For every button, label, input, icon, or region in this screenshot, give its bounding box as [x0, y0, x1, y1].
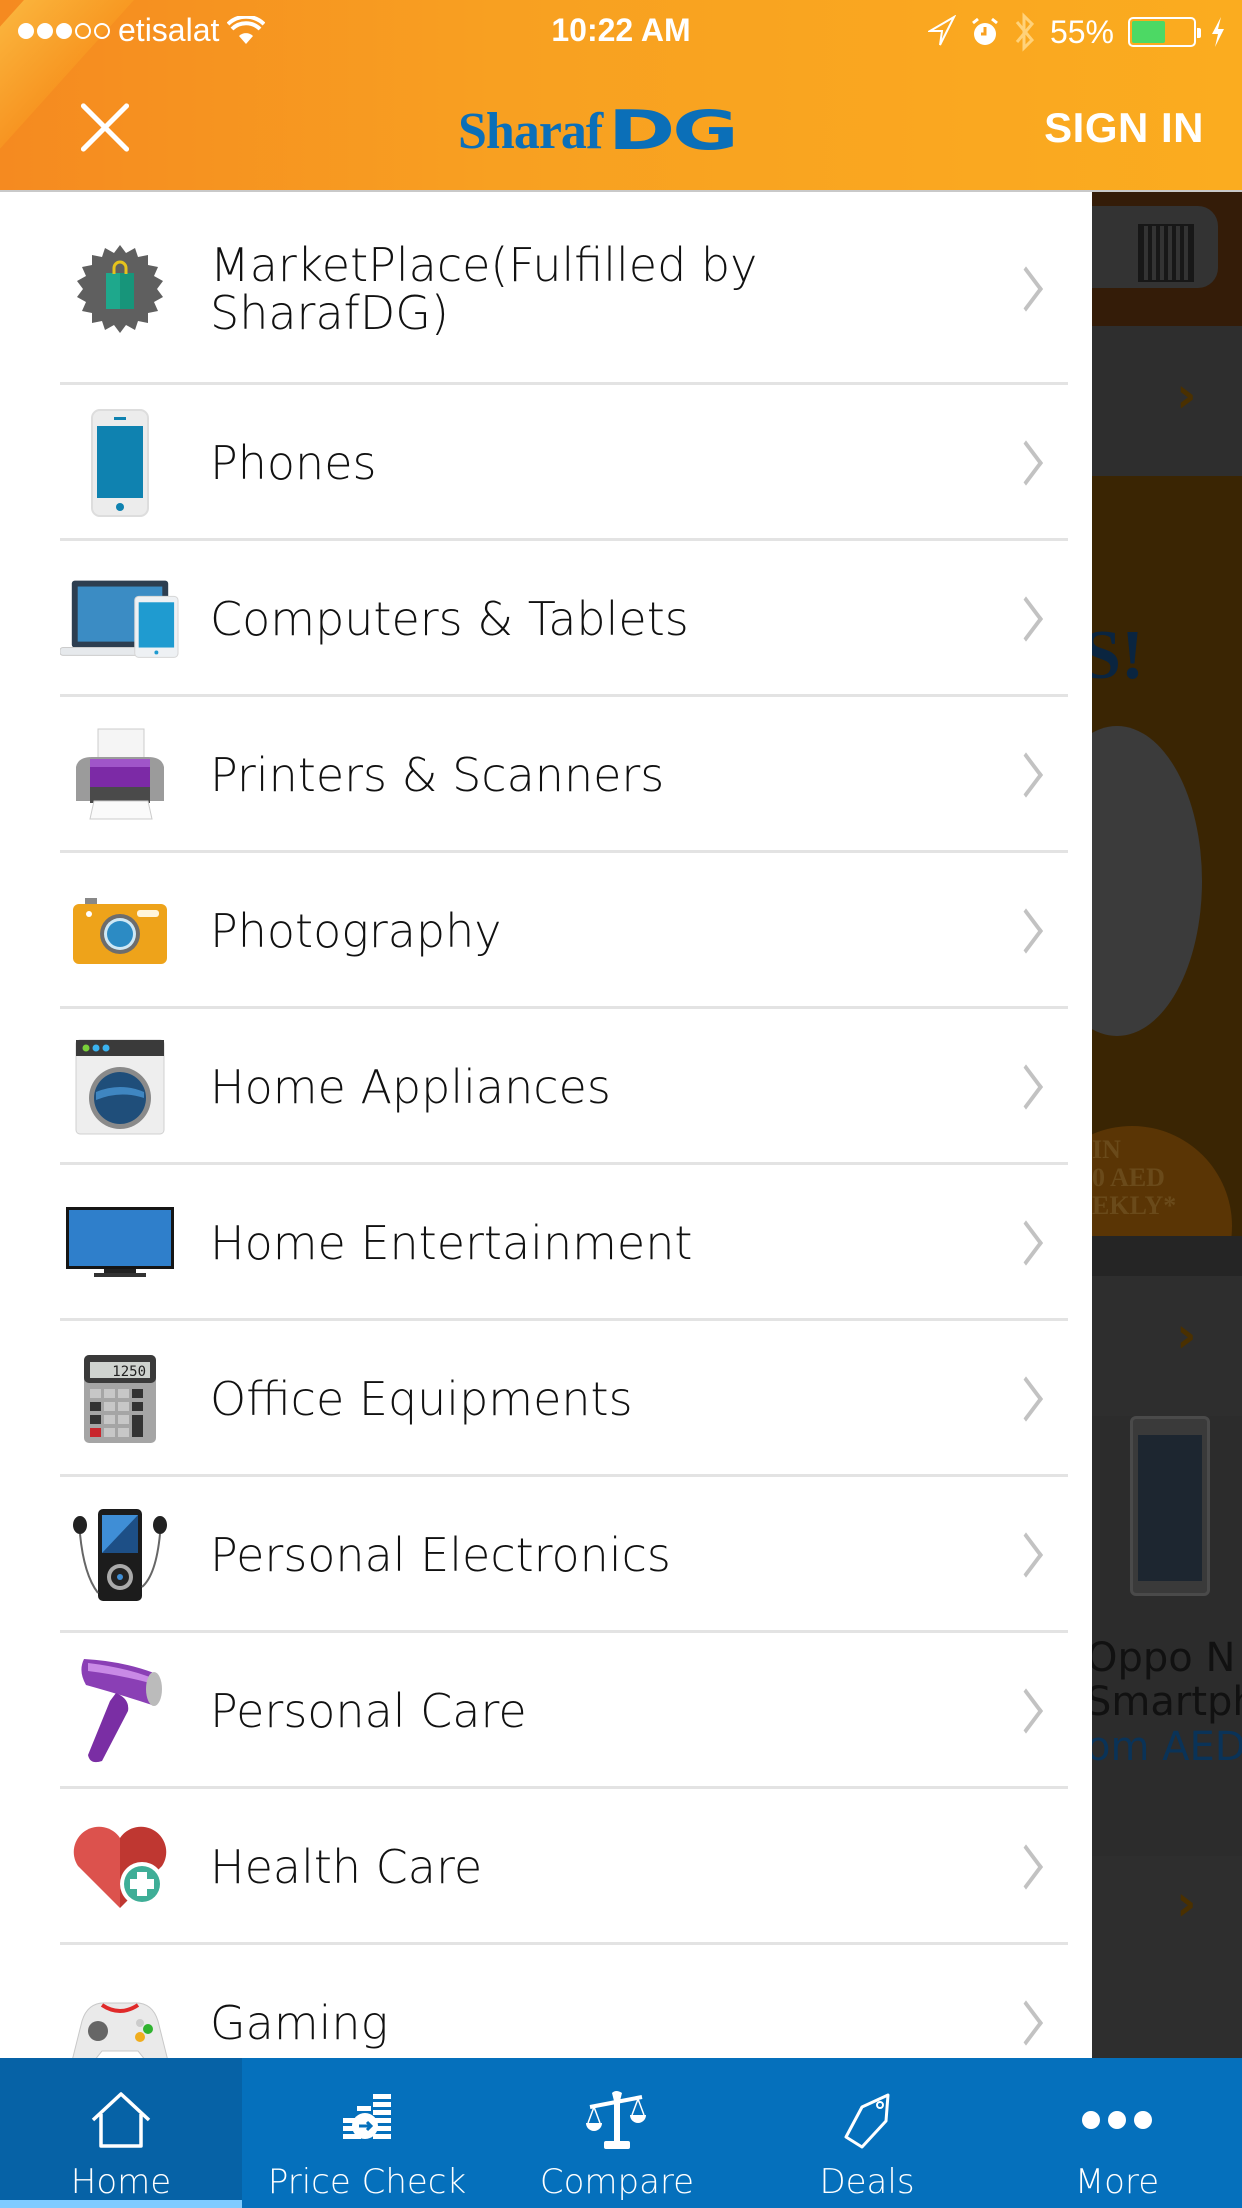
chevron-right-icon [1008, 908, 1044, 954]
menu-item-phones[interactable]: Phones [0, 385, 1092, 541]
chevron-right-icon [1008, 752, 1044, 798]
background-section-row: › [1092, 1856, 1242, 2058]
background-section-row: › [1092, 326, 1242, 476]
menu-item-label: Personal Electronics [210, 1528, 671, 1582]
chevron-right-icon [1008, 2000, 1044, 2046]
camera-icon [60, 876, 180, 986]
tab-label: More [1074, 2162, 1160, 2202]
alarm-icon [972, 17, 998, 45]
svg-text:1250: 1250 [112, 1364, 146, 1380]
product-name: Oppo N Smartph [1092, 1635, 1242, 1725]
background-promo-banner: S! IN 0 AED EKLY* [1092, 476, 1242, 1326]
tab-label: Compare [539, 2162, 695, 2202]
television-icon [60, 1188, 180, 1298]
charging-bolt-icon [1212, 17, 1224, 47]
menu-item-label: Photography [210, 904, 502, 958]
bottom-tab-bar: Home Price Check Compare Deals More [0, 2058, 1242, 2208]
app-header: etisalat 10:22 AM 55% Sharaf DG SIGN IN [0, 0, 1242, 192]
tab-home[interactable]: Home [0, 2058, 242, 2208]
background-product-card: Oppo N Smartph om AED [1092, 1416, 1242, 1856]
battery-percent: 55% [1049, 13, 1114, 50]
status-bar: etisalat 10:22 AM 55% [0, 0, 1242, 60]
tab-deals[interactable]: Deals [742, 2058, 992, 2208]
tag-icon [842, 2080, 892, 2160]
menu-item-gaming[interactable]: Gaming [0, 1945, 1092, 2058]
battery-level-fill [1132, 21, 1165, 43]
menu-item-photography[interactable]: Photography [0, 853, 1092, 1009]
calculator-icon: 1250 [60, 1344, 180, 1454]
smartphone-icon [60, 408, 180, 518]
menu-item-computers-tablets[interactable]: Computers & Tablets [0, 541, 1092, 697]
menu-item-personal-electronics[interactable]: Personal Electronics [0, 1477, 1092, 1633]
menu-item-health-care[interactable]: Health Care [0, 1789, 1092, 1945]
heart-plus-icon [60, 1812, 180, 1922]
background-search-bar [1092, 192, 1242, 326]
shopping-bag-badge-icon [60, 234, 180, 344]
banner-text: S! [1092, 617, 1145, 694]
chevron-right-icon: › [1176, 1306, 1197, 1364]
menu-item-label: Health Care [210, 1840, 483, 1894]
chevron-right-icon [1008, 440, 1044, 486]
chevron-right-icon [1008, 596, 1044, 642]
menu-item-home-appliances[interactable]: Home Appliances [0, 1009, 1092, 1165]
category-drawer: MarketPlace(Fulfilled by SharafDG) Phone… [0, 192, 1092, 2058]
chevron-right-icon [1008, 1064, 1044, 1110]
laptop-tablet-icon [60, 564, 180, 674]
close-menu-button[interactable] [70, 94, 140, 164]
menu-item-printers-scanners[interactable]: Printers & Scanners [0, 697, 1092, 853]
menu-item-label: Gaming [210, 1996, 389, 2050]
chevron-right-icon [1008, 1220, 1044, 1266]
washing-machine-icon [60, 1032, 180, 1142]
product-price: om AED [1092, 1724, 1242, 1770]
menu-item-label: Printers & Scanners [210, 748, 665, 802]
location-arrow-icon [927, 15, 956, 46]
chevron-right-icon [1008, 265, 1044, 312]
chevron-right-icon: › [1176, 366, 1197, 424]
qr-code-icon [1138, 224, 1194, 282]
menu-item-home-entertainment[interactable]: Home Entertainment [0, 1165, 1092, 1321]
tab-label: Home [70, 2162, 172, 2202]
menu-item-marketplace[interactable]: MarketPlace(Fulfilled by SharafDG) [0, 192, 1092, 385]
menu-item-label: Home Entertainment [210, 1216, 693, 1270]
tab-compare[interactable]: Compare [492, 2058, 742, 2208]
menu-item-label: Computers & Tablets [210, 592, 689, 646]
sharafdg-logo: Sharaf DG [458, 98, 739, 160]
hair-dryer-icon [60, 1656, 180, 1766]
gamepad-icon [60, 1981, 180, 2058]
chevron-right-icon [1008, 1688, 1044, 1734]
menu-item-label: Office Equipments [210, 1372, 633, 1426]
battery-icon [1128, 17, 1201, 47]
tab-label: Deals [819, 2162, 915, 2202]
menu-item-label: Phones [210, 436, 377, 490]
chevron-right-icon: › [1176, 1874, 1197, 1932]
banner-badge-text: IN 0 AED EKLY* [1092, 1135, 1177, 1220]
tab-label: Price Check [267, 2162, 467, 2202]
more-dots-icon [1079, 2080, 1155, 2160]
menu-item-label: MarketPlace(Fulfilled by SharafDG) [210, 237, 758, 340]
bluetooth-icon [1015, 12, 1034, 52]
menu-item-office-equipments[interactable]: 1250 Office Equipments [0, 1321, 1092, 1477]
printer-icon [60, 720, 180, 830]
chevron-right-icon [1008, 1532, 1044, 1578]
price-check-icon [337, 2080, 397, 2160]
chevron-right-icon [1008, 1376, 1044, 1422]
product-image [1130, 1416, 1210, 1596]
chevron-right-icon [1008, 1844, 1044, 1890]
tab-more[interactable]: More [992, 2058, 1242, 2208]
tab-price-check[interactable]: Price Check [242, 2058, 492, 2208]
background-home-page[interactable]: › S! IN 0 AED EKLY* › Oppo N Smartph om … [1092, 192, 1242, 2058]
media-player-icon [60, 1500, 180, 1610]
menu-item-personal-care[interactable]: Personal Care [0, 1633, 1092, 1789]
home-icon [89, 2080, 153, 2160]
menu-item-label: Home Appliances [210, 1060, 611, 1114]
menu-item-label: Personal Care [210, 1684, 527, 1738]
logo-text-dg: DG [608, 99, 739, 162]
sign-in-button[interactable]: SIGN IN [1044, 104, 1204, 152]
background-section-row: › [1092, 1276, 1242, 1416]
scales-icon [584, 2080, 650, 2160]
logo-text-sharaf: Sharaf [458, 103, 603, 160]
